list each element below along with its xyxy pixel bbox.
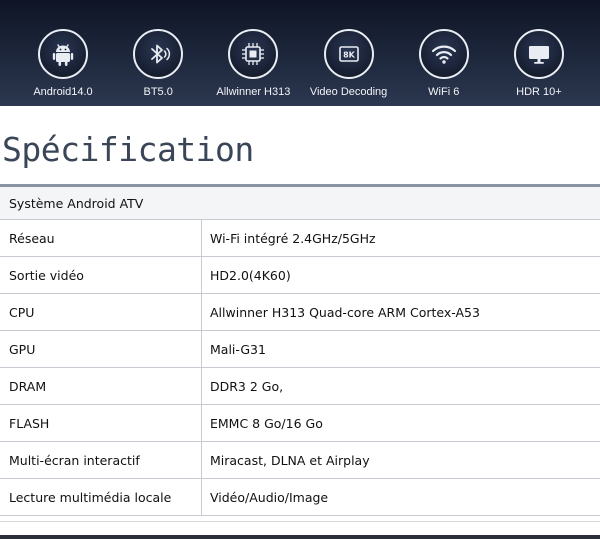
page-title: Spécification: [2, 130, 254, 169]
spec-value: DDR3 2 Go,: [210, 378, 284, 394]
spec-value: HD2.0(4K60): [210, 267, 291, 283]
spec-key: DRAM: [0, 368, 202, 404]
spec-key: CPU: [0, 294, 202, 330]
spec-value: EMMC 8 Go/16 Go: [210, 415, 323, 431]
bluetooth-icon: [133, 29, 184, 79]
monitor-icon: [513, 29, 564, 79]
feature-label: BT5.0: [143, 86, 173, 98]
table-row: DRAM DDR3 2 Go,: [0, 368, 600, 405]
spec-value: Allwinner H313 Quad-core ARM Cortex-A53: [210, 304, 480, 320]
spec-key: Multi-écran interactif: [0, 442, 202, 478]
feature-label: HDR 10+: [516, 86, 562, 98]
spec-value: Vidéo/Audio/Image: [210, 489, 329, 505]
table-row: Réseau Wi-Fi intégré 2.4GHz/5GHz: [0, 220, 600, 257]
feature-hdr: HDR 10+: [492, 0, 586, 106]
feature-label: Video Decoding: [309, 86, 388, 98]
feature-chip: Allwinner H313: [206, 0, 300, 106]
table-row: GPU Mali-G31: [0, 331, 600, 368]
spec-key: Sortie vidéo: [0, 257, 202, 293]
8k-icon-text: 8K: [343, 51, 356, 60]
feature-android: Android14.0: [16, 0, 110, 106]
spec-key: Réseau: [0, 220, 202, 256]
feature-8k: 8K Video Decoding: [302, 0, 396, 106]
feature-label: WiFi 6: [428, 86, 460, 98]
spec-value: Miracast, DLNA et Airplay: [210, 452, 370, 468]
wifi-icon: [418, 29, 469, 79]
table-row: Sortie vidéo HD2.0(4K60): [0, 257, 600, 294]
spec-key: FLASH: [0, 405, 202, 441]
spec-table: Système Android ATV Réseau Wi-Fi intégré…: [0, 184, 600, 516]
feature-label: Allwinner H313: [216, 86, 291, 98]
spec-key: Lecture multimédia locale: [0, 479, 202, 515]
spec-table-header: Système Android ATV: [0, 187, 600, 220]
table-row: CPU Allwinner H313 Quad-core ARM Cortex-…: [0, 294, 600, 331]
bottom-edge-shadow: [0, 535, 600, 539]
table-row: Multi-écran interactif Miracast, DLNA et…: [0, 442, 600, 479]
spec-header-label: Système Android ATV: [9, 195, 144, 211]
spec-value: Wi-Fi intégré 2.4GHz/5GHz: [210, 230, 376, 246]
8k-icon: 8K: [323, 29, 374, 79]
table-row: FLASH EMMC 8 Go/16 Go: [0, 405, 600, 442]
feature-label: Android14.0: [33, 86, 93, 98]
bottom-edge: [0, 521, 600, 539]
chip-icon: [228, 29, 279, 79]
feature-bluetooth: BT5.0: [111, 0, 205, 106]
feature-wifi: WiFi 6: [397, 0, 491, 106]
table-row: Lecture multimédia locale Vidéo/Audio/Im…: [0, 479, 600, 516]
spec-value: Mali-G31: [210, 341, 266, 357]
feature-banner: Android14.0 BT5.0 Allwinner H313 8K Vide…: [0, 0, 600, 106]
android-icon: [38, 29, 88, 79]
spec-key: GPU: [0, 331, 202, 367]
